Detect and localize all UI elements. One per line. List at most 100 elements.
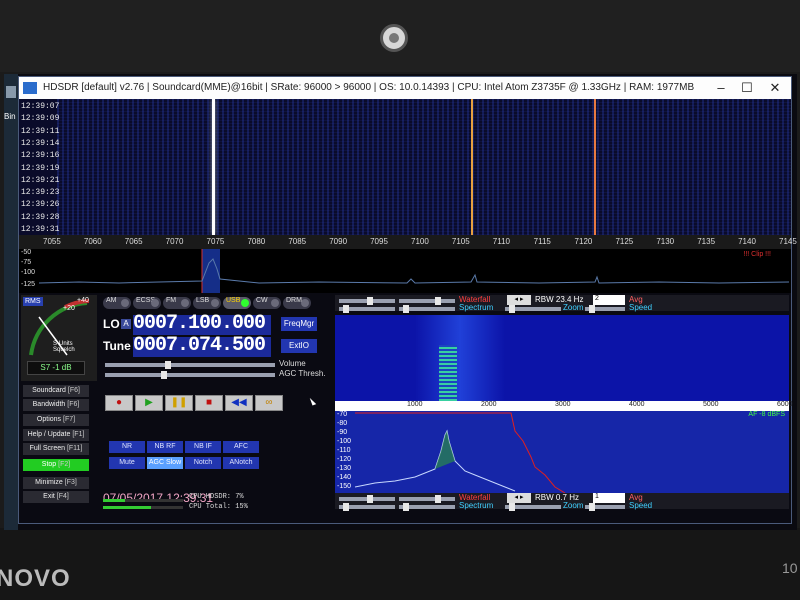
dsp-button-agc-slow[interactable]: AGC Slow — [147, 457, 183, 469]
rf-zoom-slider[interactable] — [505, 305, 561, 313]
waterfall-timestamp: 12:39:28 — [21, 212, 60, 222]
af-db-label: -120 — [337, 456, 352, 463]
loop-button[interactable]: ∞ — [255, 395, 283, 411]
laptop-brand: NOVO — [0, 565, 71, 592]
record-button[interactable]: ● — [105, 395, 133, 411]
af-avg-select[interactable]: 1 — [593, 493, 625, 503]
lo-frequency[interactable]: 0007.100.000 — [133, 312, 266, 335]
lo-vfo-marker[interactable]: A — [121, 319, 131, 329]
side-button-key: [F2] — [58, 461, 71, 468]
af-speed-slider[interactable] — [585, 503, 625, 511]
frequency-axis[interactable]: 7055 7060 7065 7070 7075 7080 7085 7090 7095 7100… — [19, 235, 797, 249]
af-spectrum-slider-1[interactable] — [339, 503, 395, 511]
frequency-tick: 7135 — [697, 237, 716, 246]
frequency-tick: 7125 — [615, 237, 634, 246]
dsp-button-nb-if[interactable]: NB IF — [185, 441, 221, 453]
mode-button-ecss[interactable]: ECSS — [133, 297, 161, 309]
dsp-button-nb-rf[interactable]: NB RF — [147, 441, 183, 453]
af-spectrum-slider-2[interactable] — [399, 503, 455, 511]
af-zoom-slider[interactable] — [505, 503, 561, 511]
minimize-button[interactable]: – — [711, 80, 731, 96]
close-button[interactable]: ✕ — [765, 80, 785, 96]
volume-slider[interactable] — [105, 361, 275, 369]
recycle-bin-label: Bin — [4, 112, 16, 121]
side-button-label: Stop — [41, 461, 57, 468]
side-button-label: Bandwidth — [32, 401, 66, 408]
side-button-help-update[interactable]: Help / Update [F1] — [23, 429, 89, 441]
af-frequency-tick: 2000 — [481, 401, 497, 408]
side-button-bandwidth[interactable]: Bandwidth [F6] — [23, 399, 89, 411]
freqmgr-button[interactable]: FreqMgr — [281, 317, 317, 331]
rf-speed-slider[interactable] — [585, 305, 625, 313]
af-waterfall-slider-2[interactable] — [399, 495, 455, 503]
mode-led — [241, 299, 249, 307]
title-bar[interactable]: HDSDR [default] v2.76 | Soundcard(MME)@1… — [19, 77, 791, 99]
af-waterfall-slider-1[interactable] — [339, 495, 395, 503]
play-button[interactable]: ▶ — [135, 395, 163, 411]
af-frequency-tick: 3000 — [555, 401, 571, 408]
rf-spectrum-slider-2[interactable] — [399, 305, 455, 313]
rf-waterfall-slider-1[interactable] — [339, 297, 395, 305]
frequency-tick: 7130 — [656, 237, 675, 246]
side-button-soundcard[interactable]: Soundcard [F6] — [23, 385, 89, 397]
rf-waterfall[interactable]: 12:39:07 12:39:09 12:39:11 12:39:14 12:39:16… — [19, 99, 791, 235]
stop-playback-button[interactable]: ■ — [195, 395, 223, 411]
side-button-key: [F1] — [72, 431, 85, 438]
cpu-hdsdr: CPU HDSDR: 7% — [189, 493, 244, 501]
dsp-button-afc[interactable]: AFC — [223, 441, 259, 453]
tune-frequency[interactable]: 0007.074.500 — [133, 334, 266, 357]
side-button-label: Soundcard — [32, 387, 66, 394]
side-button-key: [F6] — [67, 387, 80, 394]
recycle-bin-icon[interactable] — [6, 86, 16, 98]
dsp-button-nr[interactable]: NR — [109, 441, 145, 453]
bezel-bottom — [0, 528, 800, 600]
rf-waterfall-slider-2[interactable] — [399, 297, 455, 305]
lo-label: LO — [103, 317, 120, 331]
mode-button-am[interactable]: AM — [103, 297, 131, 309]
rf-zoom-label: Zoom — [563, 303, 584, 312]
mode-led — [271, 299, 279, 307]
dsp-button-notch[interactable]: Notch — [185, 457, 221, 469]
waterfall-timestamp: 12:39:09 — [21, 114, 60, 124]
side-button-minimize[interactable]: Minimize [F3] — [23, 477, 89, 489]
rewind-button[interactable]: ◀◀ — [225, 395, 253, 411]
dsp-button-anotch[interactable]: ANotch — [223, 457, 259, 469]
cpu-hdsdr-bar — [103, 499, 126, 502]
mouse-cursor — [309, 396, 317, 406]
waterfall-timestamp: 12:39:31 — [21, 225, 60, 234]
waterfall-timestamps: 12:39:07 12:39:09 12:39:11 12:39:14 12:39:16… — [19, 99, 60, 235]
mode-button-drm[interactable]: DRM — [283, 297, 311, 309]
dsp-button-mute[interactable]: Mute — [109, 457, 145, 469]
s-meter-plus40: +40 — [77, 297, 89, 304]
mode-button-fm[interactable]: FM — [163, 297, 191, 309]
side-button-label: Exit — [43, 493, 55, 500]
frequency-tick: 7060 — [83, 237, 102, 246]
side-button-label: Help / Update — [27, 431, 71, 438]
side-button-exit[interactable]: Exit [F4] — [23, 491, 89, 503]
pause-button[interactable]: ❚❚ — [165, 395, 193, 411]
af-db-label: -70 — [337, 411, 348, 418]
mode-label: CW — [256, 297, 268, 304]
af-spectrum[interactable]: AF -8 dBFS -70 -80 -90 -100 -110 -120 -130 -140… — [335, 411, 789, 493]
mode-button-lsb[interactable]: LSB — [193, 297, 221, 309]
s-meter: RMS +40 +20 S-Units Squelch S7 -1 dB — [21, 295, 97, 381]
cpu-total-bar — [103, 506, 151, 509]
cpu-total-bar-track — [103, 506, 183, 509]
mode-button-usb[interactable]: USB — [223, 297, 251, 309]
side-button-stop[interactable]: Stop [F2] — [23, 459, 89, 471]
rf-rbw-arrows[interactable]: ◂ ▸ — [507, 295, 531, 305]
af-frequency-axis: 1000 2000 3000 4000 5000 6000 — [335, 401, 793, 411]
agc-threshold-slider[interactable] — [105, 371, 275, 379]
af-rbw-arrows[interactable]: ◂ ▸ — [507, 493, 531, 503]
audio-waterfall[interactable] — [335, 315, 789, 401]
signal-trace-7124 — [594, 99, 596, 235]
side-button-full-screen[interactable]: Full Screen [F11] — [23, 443, 89, 455]
rf-spectrum[interactable]: -50 -75 -100 -125 !!! Clip !!! — [19, 249, 791, 293]
s-meter-reading: S7 -1 dB — [27, 361, 85, 375]
side-button-options[interactable]: Options [F7] — [23, 414, 89, 426]
rf-spectrum-slider-1[interactable] — [339, 305, 395, 313]
mode-button-cw[interactable]: CW — [253, 297, 281, 309]
maximize-button[interactable]: ☐ — [737, 80, 757, 96]
extio-button[interactable]: ExtIO — [281, 339, 317, 353]
rf-avg-select[interactable]: 2 — [593, 295, 625, 305]
